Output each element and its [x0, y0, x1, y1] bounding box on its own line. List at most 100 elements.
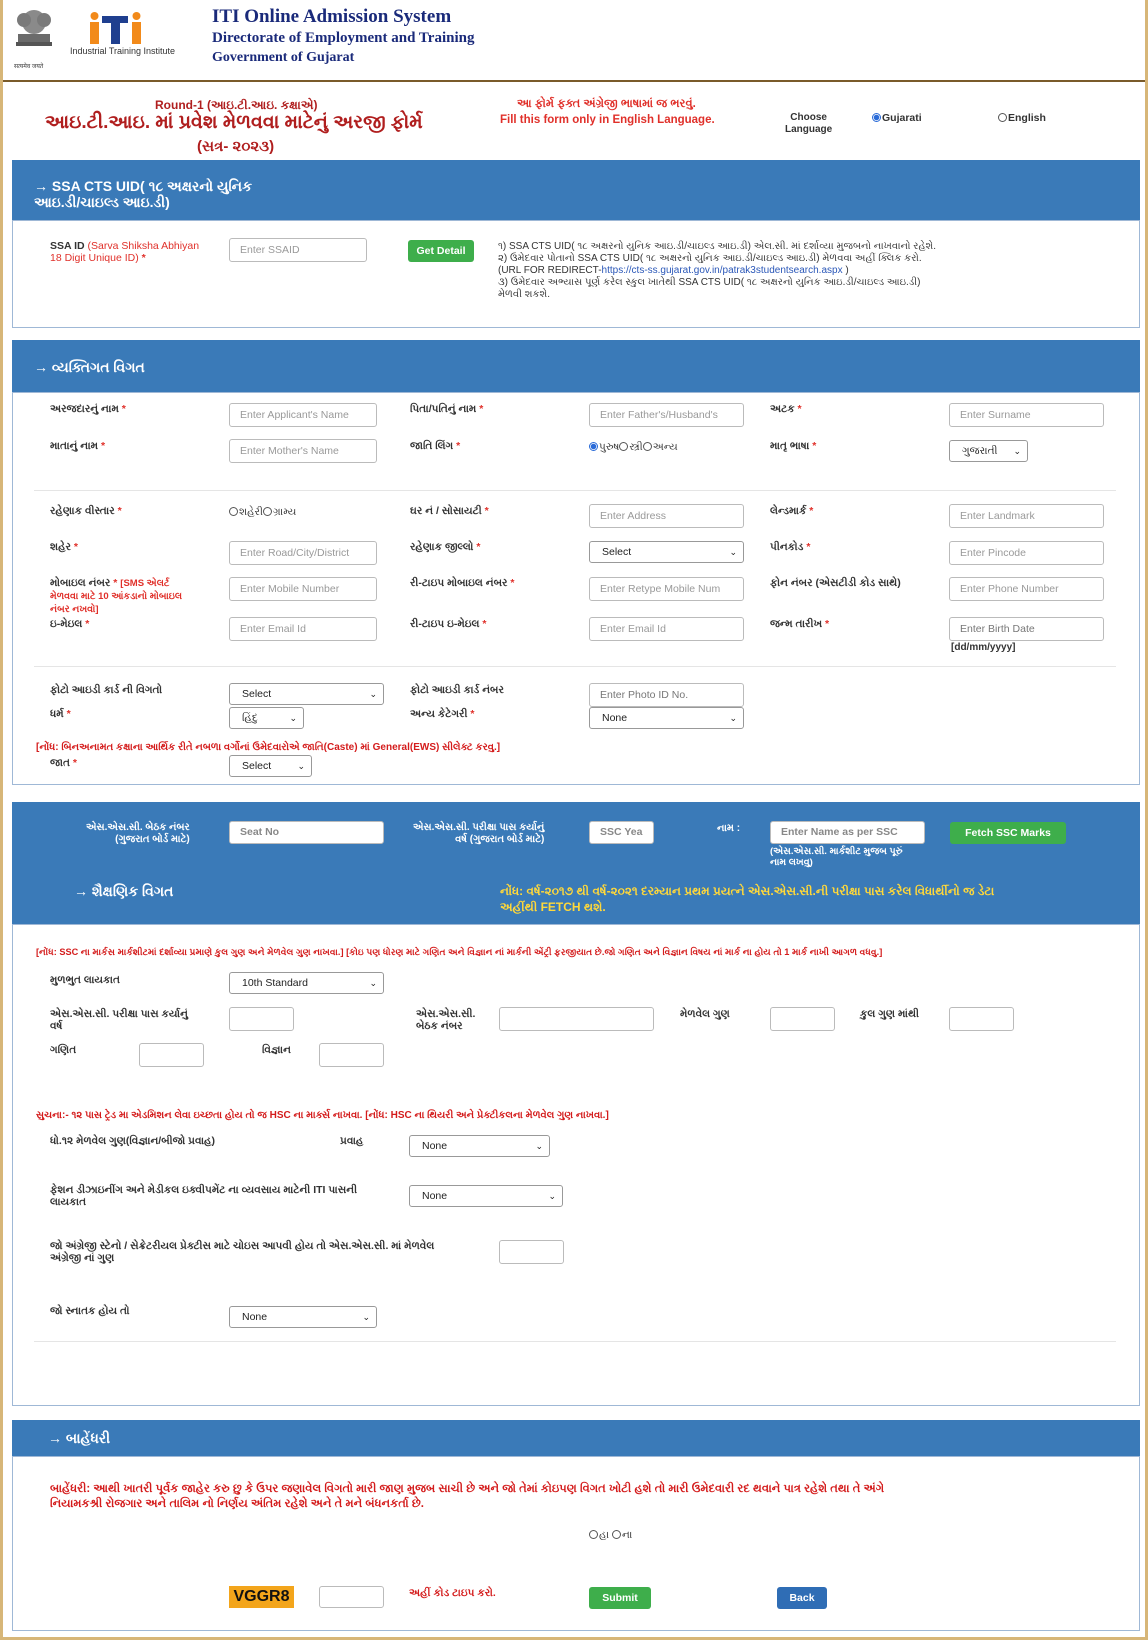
- ssc-name-note: (એસ.એસ.સી. માર્કશીટ મુજબ પૂરું નામ લખવુ): [770, 846, 903, 868]
- other-category-label: અન્ય કેટેગરી *: [410, 708, 475, 720]
- declaration-band-title: → બાહેંધરી: [48, 1430, 111, 1446]
- chevron-down-icon: ⌄: [369, 978, 377, 988]
- form-language-warning-guj: આ ફોર્મ ફક્ત અંગ્રેજી ભાષામાં જ ભરવું.: [517, 98, 696, 110]
- std12-marks-label: ધો.૧૨ મેળવેલ ગુણ(વિજ્ઞાન/બીજો પ્રવાહ): [50, 1135, 216, 1147]
- lang-gujarati-label: Gujarati: [882, 112, 922, 124]
- header-subtitle: Directorate of Employment and Training: [212, 30, 475, 46]
- ssa-id-label-text: SSA ID: [50, 240, 85, 252]
- form-title: આઇ.ટી.આઇ. માં પ્રવેશ મેળવવા માટેનું અરજી…: [45, 112, 423, 133]
- chevron-down-icon: ⌄: [297, 761, 305, 771]
- form-round: Round-1 (આઇ.ટી.આઇ. કક્ષાએ): [155, 98, 318, 112]
- ssc-seat-no-label: એસ.એસ.સી. બેઠક નંબર: [416, 1008, 476, 1032]
- chevron-down-icon: ⌄: [289, 713, 297, 723]
- lang-gujarati-radio[interactable]: Gujarati: [872, 112, 922, 124]
- submit-button[interactable]: Submit: [589, 1587, 651, 1609]
- total-marks-input[interactable]: [949, 1007, 1014, 1031]
- radio-icon: [998, 113, 1007, 122]
- obtained-marks-input[interactable]: [770, 1007, 835, 1031]
- get-detail-button[interactable]: Get Detail: [408, 240, 474, 262]
- retype-email-input[interactable]: Enter Email Id: [589, 617, 744, 641]
- ssa-url-prefix: (URL FOR REDIRECT-: [498, 265, 602, 276]
- mobile-label: મોબાઇલ નંબર * [SMS એલર્ટ મેળવવા માટે 10 …: [50, 577, 183, 615]
- ssa-band-title: → SSA CTS UID( ૧૮ અક્ષરનો યુનિક આઇ.ડી/ચા…: [34, 178, 252, 210]
- english-marks-input[interactable]: [499, 1240, 564, 1264]
- gender-label: જાતિ લિંગ *: [410, 440, 461, 452]
- header-title: ITI Online Admission System: [212, 6, 452, 27]
- ssc-fetch-note: નોંધ: વર્ષ-૨૦૧૭ થી વર્ષ-૨૦૨૧ દરમ્યાન પ્ર…: [500, 884, 995, 914]
- ssa-id-input[interactable]: Enter SSAID: [229, 238, 367, 262]
- applicant-name-input[interactable]: Enter Applicant's Name: [229, 403, 377, 427]
- ssc-seat-input[interactable]: Seat No: [229, 821, 384, 844]
- chevron-down-icon: ⌄: [535, 1141, 543, 1151]
- ssa-info-2: ૨) ઉમેદવાર પોતાનો SSA CTS UID( ૧૮ અક્ષરન…: [498, 253, 922, 264]
- address-input[interactable]: Enter Address: [589, 504, 744, 528]
- dob-label: જન્મ તારીખ *: [770, 618, 830, 630]
- dob-input[interactable]: Enter Birth Date: [949, 617, 1104, 641]
- father-name-input[interactable]: Enter Father's/Husband's: [589, 403, 744, 427]
- science-input[interactable]: [319, 1043, 384, 1067]
- education-card: [12, 924, 1140, 1406]
- photo-id-select[interactable]: Select ⌄: [229, 683, 384, 705]
- stream-select[interactable]: None ⌄: [409, 1135, 550, 1157]
- captcha-input[interactable]: [319, 1586, 384, 1608]
- district-select[interactable]: Select ⌄: [589, 541, 744, 563]
- mother-tongue-select[interactable]: ગુજરાતી ⌄: [949, 440, 1028, 462]
- fetch-ssc-marks-button[interactable]: Fetch SSC Marks: [950, 822, 1066, 844]
- maths-input[interactable]: [139, 1043, 204, 1067]
- ssc-pass-year-input[interactable]: [229, 1007, 294, 1031]
- total-marks-label: કુલ ગુણ માંથી: [860, 1008, 920, 1020]
- photo-id-no-input[interactable]: Enter Photo ID No.: [589, 683, 744, 707]
- mobile-input[interactable]: Enter Mobile Number: [229, 577, 377, 601]
- ssa-id-label: SSA ID (Sarva Shiksha Abhiyan 18 Digit U…: [50, 240, 220, 264]
- back-button[interactable]: Back: [777, 1587, 827, 1609]
- captcha-hint: અહીં કોડ ટાઇપ કરો.: [409, 1587, 496, 1599]
- gender-female-radio[interactable]: સ્ત્રી: [619, 441, 643, 453]
- caste-label: જાત *: [50, 757, 77, 769]
- ssc-seat-no-input[interactable]: [499, 1007, 654, 1031]
- retype-mobile-input[interactable]: Enter Retype Mobile Num: [589, 577, 744, 601]
- city-label: શહેર *: [50, 541, 79, 553]
- phone-input[interactable]: Enter Phone Number: [949, 577, 1104, 601]
- religion-select[interactable]: હિંદુ ⌄: [229, 707, 304, 729]
- site-header: सत्यमेव जयते Industrial Training Institu…: [0, 0, 1148, 82]
- divider: [34, 490, 1116, 491]
- science-label: વિજ્ઞાન: [262, 1044, 291, 1056]
- declaration-yes-radio[interactable]: હા: [589, 1529, 609, 1541]
- landmark-input[interactable]: Enter Landmark: [949, 504, 1104, 528]
- area-rural-radio[interactable]: ગ્રામ્ય: [263, 506, 296, 518]
- ssa-info-4: ૩) ઉમેદવાર અભ્યાસ પૂર્ણ કરેલ સ્કુલ ખાતેથ…: [498, 277, 921, 300]
- surname-input[interactable]: Enter Surname: [949, 403, 1104, 427]
- mother-name-input[interactable]: Enter Mother's Name: [229, 439, 377, 463]
- marks-note: [નોંધ: SSC ના માર્કસ માર્કશીટમાં દર્શાવ્…: [36, 947, 883, 957]
- gender-male-radio[interactable]: પુરુષ: [589, 441, 619, 453]
- iti-logo: [88, 12, 148, 46]
- caste-select[interactable]: Select ⌄: [229, 755, 312, 777]
- graduate-select[interactable]: None ⌄: [229, 1306, 377, 1328]
- pincode-label: પીનકોડ *: [770, 541, 811, 553]
- city-input[interactable]: Enter Road/City/District: [229, 541, 377, 565]
- residence-area-label: રહેણાક વીસ્તાર *: [50, 505, 122, 517]
- pincode-input[interactable]: Enter Pincode: [949, 541, 1104, 565]
- ssc-year-input[interactable]: SSC Yea: [589, 821, 654, 844]
- ssa-redirect-link[interactable]: https://cts-ss.gujarat.gov.in/patrak3stu…: [602, 265, 843, 276]
- ssc-name-input[interactable]: Enter Name as per SSC: [770, 821, 925, 844]
- other-category-select[interactable]: None ⌄: [589, 707, 744, 729]
- email-input[interactable]: Enter Email Id: [229, 617, 377, 641]
- lang-english-radio[interactable]: English: [998, 112, 1046, 124]
- hsc-note: સુચના:- ૧૨ પાસ ટ્રેડ મા એડમિશન લેવા ઇચ્છ…: [36, 1110, 609, 1121]
- fashion-qualification-select[interactable]: None ⌄: [409, 1185, 563, 1207]
- gender-other-radio[interactable]: અન્ય: [642, 441, 678, 453]
- radio-icon: [872, 113, 881, 122]
- district-label: રહેણાક જીલ્લો *: [410, 541, 481, 553]
- ssa-info-3: (URL FOR REDIRECT-https://cts-ss.gujarat…: [498, 265, 849, 276]
- declaration-text: બાહેંધરી: આથી ખાતરી પૂર્વક જાહેર કરુ છુ …: [50, 1483, 885, 1510]
- english-marks-label: જો અંગ્રેજી સ્ટેનો / સેક્રેટરીયલ પ્રેક્ટ…: [50, 1240, 435, 1264]
- ssa-info-1: ૧) SSA CTS UID( ૧૮ અક્ષરનો યુનિક આઇ.ડી/ચ…: [498, 241, 937, 252]
- maths-label: ગણિત: [50, 1044, 77, 1056]
- required-star: *: [141, 252, 146, 264]
- personal-band-title: → વ્યક્તિગત વિગત: [34, 359, 145, 375]
- basic-qualification-select[interactable]: 10th Standard ⌄: [229, 972, 384, 994]
- area-urban-radio[interactable]: શહેરી: [229, 506, 263, 518]
- phone-label: ફોન નંબર (એસટીડી કોડ સાથે): [770, 577, 901, 589]
- declaration-no-radio[interactable]: ના: [611, 1529, 632, 1541]
